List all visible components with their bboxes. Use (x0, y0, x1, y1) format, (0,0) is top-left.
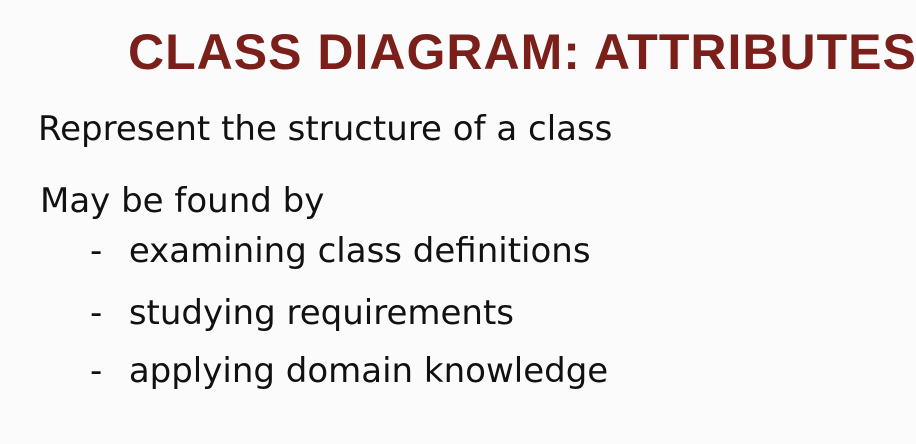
intro-line: Represent the structure of a class (38, 109, 613, 149)
bullet-text: examining class definitions (128, 231, 591, 271)
slide-title: CLASS DIAGRAM: ATTRIBUTES (128, 24, 916, 80)
bullet-item: - examining class definitions (90, 230, 591, 272)
bullet-text: applying domain knowledge (128, 351, 609, 391)
bullet-dash: - (90, 351, 103, 391)
bullet-dash: - (90, 231, 103, 271)
bullet-dash: - (90, 293, 103, 333)
bullet-text: studying requirements (128, 293, 515, 333)
bullet-item: - studying requirements (90, 292, 514, 334)
bullet-item: - applying domain knowledge (90, 350, 608, 392)
slide: CLASS DIAGRAM: ATTRIBUTES Represent the … (0, 0, 916, 444)
subheading-line: May be found by (40, 181, 325, 221)
